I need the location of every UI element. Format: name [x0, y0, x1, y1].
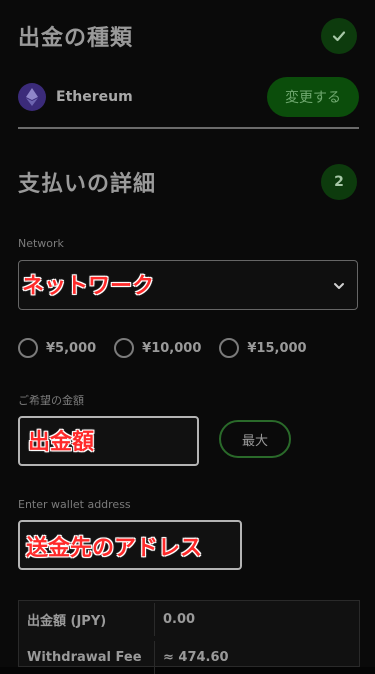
- summary-key: 出金額 (JPY): [19, 603, 155, 636]
- radio-icon[interactable]: [114, 338, 135, 358]
- summary-value: 0.00: [163, 612, 196, 627]
- chevron-down-icon: [333, 277, 345, 296]
- section-divider: [18, 127, 359, 129]
- network-overlay-label: ネットワーク: [22, 274, 155, 299]
- quick-amount-label: ¥15,000: [247, 340, 307, 356]
- radio-icon[interactable]: [219, 338, 240, 358]
- payment-details-title: 支払いの詳細: [18, 172, 157, 197]
- table-row: Withdrawal Fee ≈ 474.60: [19, 641, 359, 674]
- change-button[interactable]: 変更する: [267, 77, 359, 117]
- quick-amount-option[interactable]: ¥15,000: [219, 338, 307, 358]
- withdrawal-type-header: 出金の種類: [18, 18, 357, 54]
- summary-value: ≈ 474.60: [163, 650, 229, 665]
- quick-amount-option[interactable]: ¥5,000: [18, 338, 96, 358]
- check-icon: [321, 18, 357, 54]
- quick-amount-option[interactable]: ¥10,000: [114, 338, 201, 358]
- coin-name: Ethereum: [56, 89, 133, 105]
- amount-label: ご希望の金額: [18, 394, 84, 407]
- page: 出金の種類 Ethereum 変更する 支払いの詳細 2 Network ネット…: [0, 0, 375, 674]
- withdrawal-summary-table: 出金額 (JPY) 0.00 Withdrawal Fee ≈ 474.60: [18, 600, 360, 674]
- network-label: Network: [18, 237, 64, 250]
- table-row: 出金額 (JPY) 0.00: [19, 603, 359, 636]
- wallet-address-overlay-label: 送金先のアドレス: [26, 536, 203, 561]
- ethereum-icon: [18, 83, 46, 111]
- quick-amount-label: ¥10,000: [142, 340, 202, 356]
- withdrawal-type-title: 出金の種類: [18, 26, 134, 51]
- coin-info: Ethereum: [18, 83, 133, 111]
- wallet-address-label: Enter wallet address: [18, 498, 131, 511]
- radio-icon[interactable]: [18, 338, 38, 358]
- max-button[interactable]: 最大: [219, 420, 291, 458]
- step-number-badge: 2: [321, 164, 357, 200]
- payment-details-header: 支払いの詳細 2: [18, 164, 357, 200]
- summary-key: Withdrawal Fee: [19, 641, 155, 674]
- quick-amount-label: ¥5,000: [46, 340, 97, 356]
- quick-amount-options: ¥5,000 ¥10,000 ¥15,000: [18, 338, 307, 358]
- selected-coin-row: Ethereum 変更する: [18, 76, 359, 118]
- amount-overlay-label: 出金額: [28, 430, 95, 455]
